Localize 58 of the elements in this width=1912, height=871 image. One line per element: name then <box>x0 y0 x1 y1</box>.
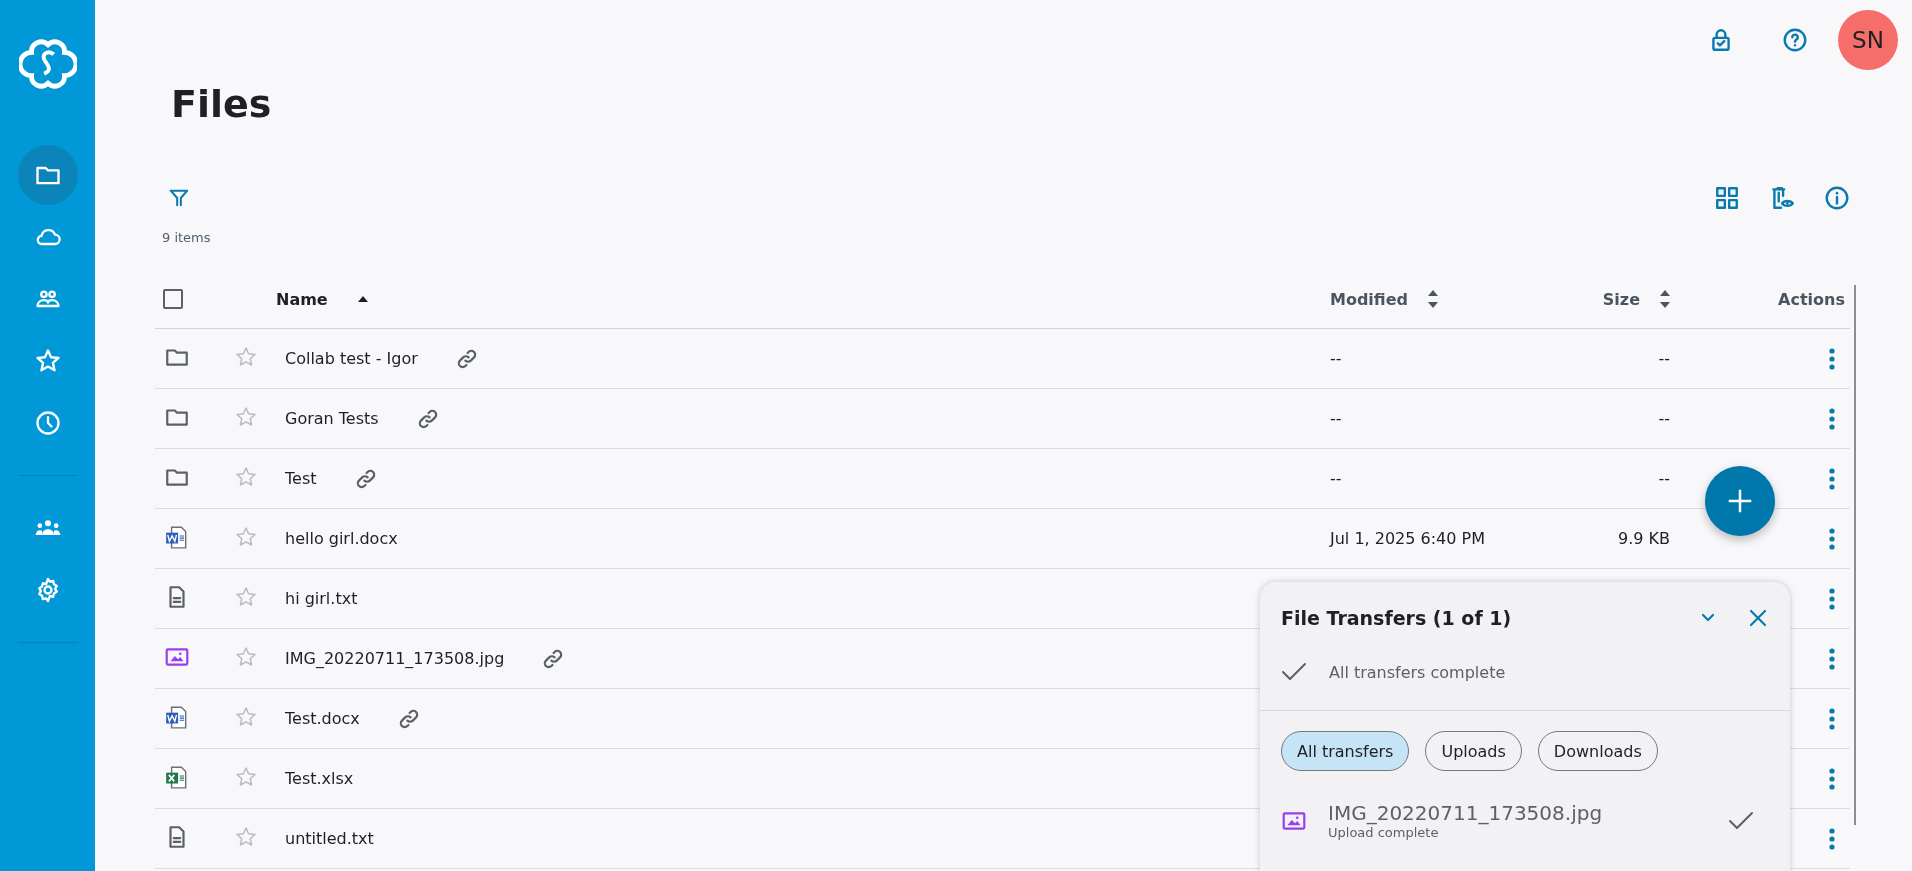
info-icon[interactable] <box>1824 185 1850 211</box>
more-options-icon[interactable] <box>1829 827 1835 850</box>
more-options-icon[interactable] <box>1829 527 1835 550</box>
grid-view-icon[interactable] <box>1714 185 1740 211</box>
file-size: -- <box>1658 469 1670 488</box>
file-name[interactable]: Goran Tests <box>285 409 379 428</box>
more-options-icon[interactable] <box>1829 767 1835 790</box>
star-outline-icon[interactable] <box>234 824 258 849</box>
file-name[interactable]: untitled.txt <box>285 829 374 848</box>
add-button[interactable] <box>1705 466 1775 536</box>
file-size: -- <box>1658 409 1670 428</box>
filter-icon[interactable] <box>168 187 190 209</box>
transfer-status: Upload complete <box>1328 825 1440 840</box>
transfer-file-name: IMG_20220711_173508.jpg <box>1328 801 1604 825</box>
star-outline-icon[interactable] <box>234 584 258 609</box>
item-count: 9 items <box>162 230 212 247</box>
star-outline-icon[interactable] <box>234 404 258 429</box>
more-options-icon[interactable] <box>1829 587 1835 610</box>
star-outline-icon[interactable] <box>234 524 258 549</box>
more-options-icon[interactable] <box>1829 347 1835 370</box>
star-icon <box>33 347 62 375</box>
file-name[interactable]: Collab test - Igor <box>285 349 418 368</box>
star-outline-icon[interactable] <box>234 764 258 789</box>
more-options-icon[interactable] <box>1829 467 1835 490</box>
panel-title: File Transfers (1 of 1) <box>1281 607 1513 629</box>
column-header[interactable]: Size <box>1602 289 1640 309</box>
column-header[interactable]: Modified <box>1330 289 1408 309</box>
checkmark-icon <box>1281 661 1307 683</box>
star-outline-icon[interactable] <box>234 464 258 489</box>
modified-date: Jul 1, 2025 6:40 PM <box>1330 529 1485 548</box>
help-icon[interactable] <box>1782 27 1808 53</box>
file-name[interactable]: IMG_20220711_173508.jpg <box>285 649 505 668</box>
select-all-checkbox[interactable] <box>163 289 183 309</box>
page-title: Files <box>171 82 273 128</box>
modified-date: -- <box>1330 469 1342 488</box>
file-name[interactable]: hi girl.txt <box>285 589 358 608</box>
file-name[interactable]: Test <box>285 469 317 488</box>
file-name[interactable]: hello girl.docx <box>285 529 398 548</box>
clock-icon <box>33 409 62 437</box>
file-name[interactable]: Test.docx <box>285 709 360 728</box>
more-options-icon[interactable] <box>1829 647 1835 670</box>
column-header[interactable]: Name <box>276 289 328 309</box>
star-outline-icon[interactable] <box>234 644 258 669</box>
star-outline-icon[interactable] <box>234 344 258 369</box>
file-name[interactable]: Test.xlsx <box>285 769 354 788</box>
more-options-icon[interactable] <box>1829 707 1835 730</box>
status-text: All transfers complete <box>1329 662 1506 682</box>
filter-chip[interactable]: All transfers <box>1281 731 1410 771</box>
star-outline-icon[interactable] <box>234 704 258 729</box>
file-size: -- <box>1658 349 1670 368</box>
trash-eye-icon[interactable] <box>1769 185 1795 211</box>
modified-date: -- <box>1330 349 1342 368</box>
modified-date: -- <box>1330 409 1342 428</box>
file-size: 9.9 KB <box>1618 529 1670 548</box>
column-header: Actions <box>1778 289 1845 309</box>
user-avatar[interactable]: SN <box>1838 10 1898 70</box>
more-options-icon[interactable] <box>1829 407 1835 430</box>
scroll-bar[interactable] <box>1854 285 1856 825</box>
